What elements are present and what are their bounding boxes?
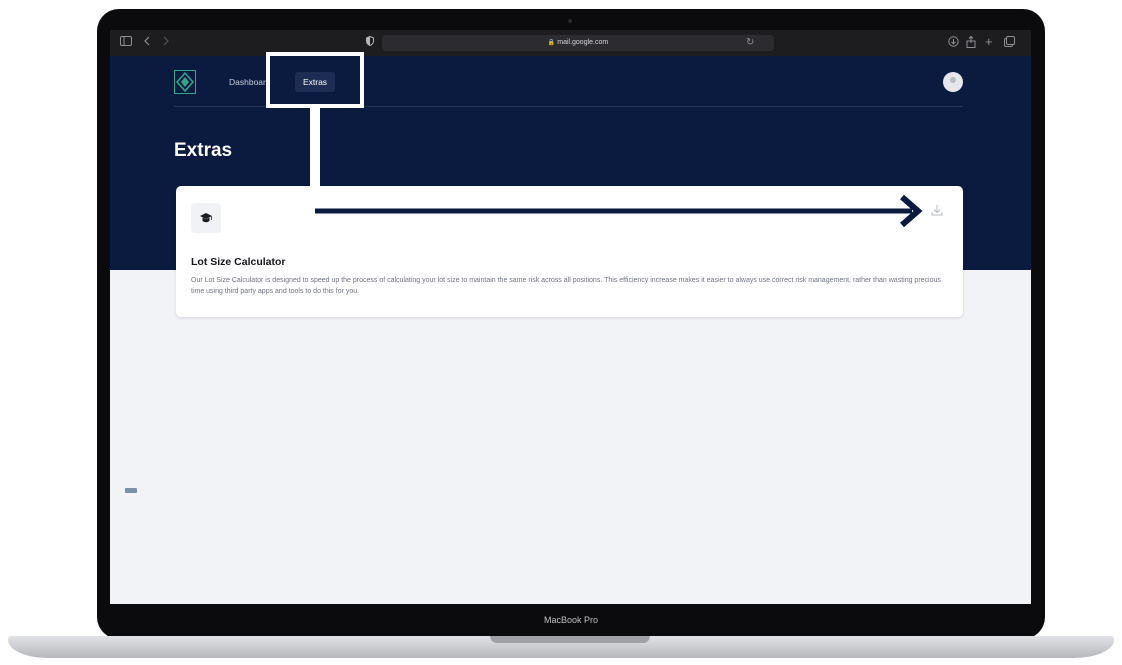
nav-dashboard[interactable]: Dashboard — [229, 72, 271, 92]
browser-toolbar: 🔒 mail.google.com ↻ + — [110, 30, 1031, 56]
shield-icon[interactable] — [366, 35, 374, 50]
new-tab-icon[interactable]: + — [985, 35, 993, 49]
laptop-base — [8, 636, 1114, 658]
card-description: Our Lot Size Calculator is designed to s… — [191, 277, 941, 295]
camera — [568, 19, 572, 23]
device-label: MacBook Pro — [543, 615, 599, 625]
back-icon[interactable] — [144, 36, 151, 50]
bottom-bezel: MacBook Pro — [97, 604, 1045, 639]
card-title: Lot Size Calculator — [191, 256, 286, 268]
screen: 🔒 mail.google.com ↻ + Dashboard Extras E… — [110, 30, 1031, 604]
url-text: 🔒 mail.google.com — [382, 35, 774, 51]
graduation-cap-icon — [191, 203, 221, 233]
side-marker — [125, 488, 137, 493]
logo-icon[interactable] — [174, 70, 196, 94]
base-notch — [490, 636, 650, 643]
avatar[interactable] — [943, 72, 963, 92]
url: mail.google.com — [557, 39, 609, 46]
lock-icon: 🔒 — [547, 40, 556, 46]
tabs-icon[interactable] — [1004, 36, 1015, 50]
download-icon[interactable] — [930, 203, 944, 217]
sidebar-icon[interactable] — [120, 36, 132, 50]
address-bar[interactable]: 🔒 mail.google.com ↻ — [382, 35, 774, 51]
download-icon[interactable] — [948, 36, 959, 50]
page-title: Extras — [174, 140, 233, 161]
forward-icon[interactable] — [162, 36, 169, 50]
highlight-box — [266, 52, 364, 108]
share-icon[interactable] — [966, 35, 976, 50]
lot-size-calculator-card[interactable]: Lot Size Calculator Our Lot Size Calcula… — [176, 186, 963, 317]
reload-icon[interactable]: ↻ — [746, 35, 754, 51]
